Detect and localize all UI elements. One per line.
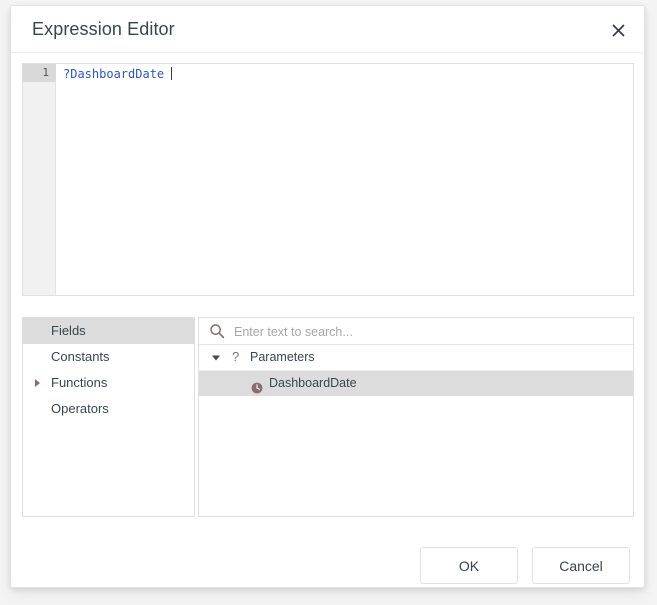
close-icon <box>612 24 625 37</box>
category-item-fields[interactable]: Fields <box>23 318 194 344</box>
editor-text-area[interactable]: ?DashboardDate <box>57 64 633 295</box>
line-number: 1 <box>23 65 49 81</box>
category-item-constants[interactable]: Constants <box>23 344 194 370</box>
expression-code-editor[interactable]: 1 ?DashboardDate <box>22 63 634 296</box>
close-button[interactable] <box>604 16 632 44</box>
search-row <box>199 318 633 345</box>
expression-text: ?DashboardDate <box>63 67 164 81</box>
question-mark-icon: ? <box>232 349 246 365</box>
date-time-icon <box>251 378 263 390</box>
search-input[interactable] <box>232 318 629 346</box>
category-label: Operators <box>51 401 109 416</box>
editor-gutter: 1 <box>23 64 56 295</box>
search-icon <box>209 323 225 339</box>
category-list-panel: Fields Constants Functions Operators <box>22 317 195 517</box>
category-label: Fields <box>51 323 86 338</box>
page-title: Expression Editor <box>32 19 175 40</box>
category-label: Constants <box>51 349 110 364</box>
category-label: Functions <box>51 375 107 390</box>
ok-button[interactable]: OK <box>420 547 518 584</box>
chevron-right-icon <box>35 379 40 387</box>
tree-node-dashboarddate[interactable]: DashboardDate <box>199 371 633 396</box>
dialog-titlebar: Expression Editor <box>11 6 644 53</box>
expression-editor-dialog: Expression Editor 1 ?DashboardDate Field… <box>10 5 645 588</box>
category-item-operators[interactable]: Operators <box>23 396 194 422</box>
field-tree-panel: ? Parameters DashboardDate <box>198 317 634 517</box>
tree-node-label: DashboardDate <box>199 376 357 390</box>
expression-line: ?DashboardDate <box>63 66 633 82</box>
cancel-button[interactable]: Cancel <box>532 547 630 584</box>
chevron-down-icon[interactable] <box>212 355 220 360</box>
tree-node-parameters[interactable]: ? Parameters <box>199 345 633 371</box>
category-item-functions[interactable]: Functions <box>23 370 194 396</box>
text-caret <box>171 67 172 80</box>
